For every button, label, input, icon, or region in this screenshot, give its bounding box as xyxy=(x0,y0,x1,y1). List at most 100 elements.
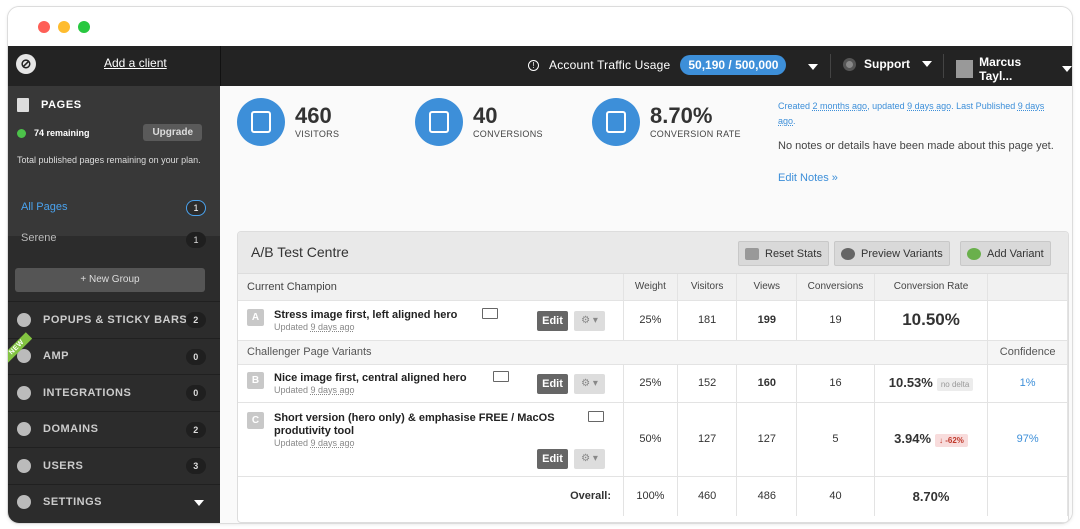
eye-icon xyxy=(841,247,855,260)
traffic-usage-label: Account Traffic Usage xyxy=(549,58,671,72)
visitors-cell: 152 xyxy=(677,363,738,402)
sidebar-item-label: USERS xyxy=(43,459,84,472)
chevron-down-icon xyxy=(1062,66,1072,72)
close-window-button[interactable] xyxy=(38,21,50,33)
variant-name[interactable]: Stress image first, left aligned hero xyxy=(274,309,457,322)
count-badge: 3 xyxy=(186,458,206,474)
visitors-icon xyxy=(237,98,285,146)
conversions-cell: 19 xyxy=(796,299,875,340)
visitors-cell: 460 xyxy=(677,475,738,516)
updated-time: 9 days ago xyxy=(310,438,355,448)
gear-icon[interactable]: ⚙ ▾ xyxy=(574,310,605,331)
plus-icon xyxy=(967,247,981,260)
confidence-cell[interactable]: 97% xyxy=(987,401,1068,476)
sidebar-item-amp[interactable]: NEW AMP 0 xyxy=(8,331,220,375)
confidence-cell[interactable]: 1% xyxy=(987,363,1068,402)
maximize-window-button[interactable] xyxy=(78,21,90,33)
add-variant-label: Add Variant xyxy=(987,247,1044,260)
visitors-cell: 127 xyxy=(677,401,738,476)
meta-text: Created xyxy=(778,101,813,111)
views-cell: 127 xyxy=(736,401,798,476)
conversions-cell: 40 xyxy=(796,475,875,516)
created-time: 2 months ago xyxy=(812,101,868,111)
count-badge: 0 xyxy=(186,385,206,401)
visitors-label: VISITORS xyxy=(295,129,340,139)
add-client-link[interactable]: Add a client xyxy=(104,56,167,70)
column-header: Conversions xyxy=(796,274,875,300)
weight-cell: 100% xyxy=(623,475,678,516)
weight-cell: 25% xyxy=(623,299,678,340)
lifebuoy-icon xyxy=(843,57,856,71)
traffic-dropdown-chevron-icon[interactable] xyxy=(808,64,818,70)
variant-letter-badge: A xyxy=(247,308,264,326)
edit-button[interactable]: Edit xyxy=(537,448,568,469)
ab-test-centre: A/B Test Centre Reset Stats Preview Vari… xyxy=(237,231,1069,523)
views-cell: 199 xyxy=(736,299,798,340)
plug-icon xyxy=(17,385,31,400)
column-header: Weight xyxy=(623,274,678,300)
trend-chart-icon xyxy=(592,98,640,146)
sidebar-item-settings[interactable]: SETTINGS xyxy=(8,483,220,521)
updated-label: Updated xyxy=(274,384,311,395)
variant-name[interactable]: Short version (hero only) & emphasise FR… xyxy=(274,412,574,438)
column-header xyxy=(987,274,1068,300)
info-icon: ! xyxy=(528,59,539,71)
new-group-button[interactable]: + New Group xyxy=(15,268,205,292)
edit-notes-link[interactable]: Edit Notes » xyxy=(778,172,838,184)
variant-cell: B Nice image first, central aligned hero… xyxy=(238,363,625,402)
variant-name[interactable]: Nice image first, central aligned hero xyxy=(274,372,467,385)
sidebar-item-all-pages[interactable]: All Pages xyxy=(21,201,67,213)
sidebar-item-popups[interactable]: POPUPS & STICKY BARS 2 xyxy=(8,301,220,338)
sidebar-item-label: POPUPS & STICKY BARS xyxy=(43,313,188,326)
page-meta: Created 2 months ago, updated 9 days ago… xyxy=(778,99,1063,129)
plan-note: Total published pages remaining on your … xyxy=(17,155,201,165)
conversions-stat: 40 CONVERSIONS xyxy=(415,98,543,146)
conversion-rate-cell: 10.50% xyxy=(874,299,989,340)
meta-text: , updated xyxy=(867,101,908,111)
user-menu[interactable]: Marcus Tayl... xyxy=(956,55,1072,83)
ab-test-header: A/B Test Centre Reset Stats Preview Vari… xyxy=(238,232,1068,274)
pages-title: PAGES xyxy=(17,98,211,112)
sidebar-item-serene[interactable]: Serene xyxy=(21,232,56,244)
sidebar-item-integrations[interactable]: INTEGRATIONS 0 xyxy=(8,374,220,411)
table-row: C Short version (hero only) & emphasise … xyxy=(238,401,1068,476)
upgrade-button[interactable]: Upgrade xyxy=(143,124,202,141)
sidebar-nav: POPUPS & STICKY BARS 2 NEW AMP 0 INTEGRA… xyxy=(8,301,220,520)
updated-label: Updated xyxy=(274,321,311,332)
visitors-value: 460 xyxy=(295,103,332,128)
traffic-usage[interactable]: ! Account Traffic Usage 50,190 / 500,000 xyxy=(528,55,787,75)
sidebar-item-label: AMP xyxy=(43,350,69,363)
count-badge: 0 xyxy=(186,348,206,365)
app: ⊘ Add a client ! Account Traffic Usage 5… xyxy=(8,46,1072,523)
weight-cell: 50% xyxy=(623,401,678,476)
reset-icon xyxy=(745,247,759,260)
visitors-cell: 181 xyxy=(677,299,738,340)
updated-time: 9 days ago xyxy=(310,384,355,395)
app-logo-icon[interactable]: ⊘ xyxy=(16,54,36,74)
preview-variants-button[interactable]: Preview Variants xyxy=(834,241,950,266)
edit-button[interactable]: Edit xyxy=(537,310,568,331)
page-notes: No notes or details have been made about… xyxy=(778,140,1054,152)
edit-button[interactable]: Edit xyxy=(537,373,568,394)
sidebar-item-label: SETTINGS xyxy=(43,496,103,509)
reset-stats-button[interactable]: Reset Stats xyxy=(738,241,829,266)
sidebar-item-users[interactable]: USERS 3 xyxy=(8,447,220,484)
sliders-icon xyxy=(17,495,31,510)
support-menu[interactable]: Support xyxy=(843,57,932,71)
variant-letter-badge: C xyxy=(247,412,264,429)
sidebar-item-label: DOMAINS xyxy=(43,423,99,436)
status-dot-icon xyxy=(17,128,26,138)
minimize-window-button[interactable] xyxy=(58,21,70,33)
topbar-divider xyxy=(220,46,221,86)
table-row: B Nice image first, central aligned hero… xyxy=(238,363,1068,402)
gear-icon[interactable]: ⚙ ▾ xyxy=(574,448,605,469)
count-badge: 2 xyxy=(186,312,206,328)
empty-cell xyxy=(987,299,1068,340)
add-variant-button[interactable]: Add Variant xyxy=(960,241,1051,266)
conversions-value: 40 xyxy=(473,103,498,128)
sidebar-item-domains[interactable]: DOMAINS 2 xyxy=(8,410,220,448)
sidebar: PAGES 74 remaining Upgrade Total publish… xyxy=(8,86,220,523)
weight-cell: 25% xyxy=(623,363,678,402)
gear-icon[interactable]: ⚙ ▾ xyxy=(574,373,605,394)
conversions-cell: 16 xyxy=(796,363,875,402)
